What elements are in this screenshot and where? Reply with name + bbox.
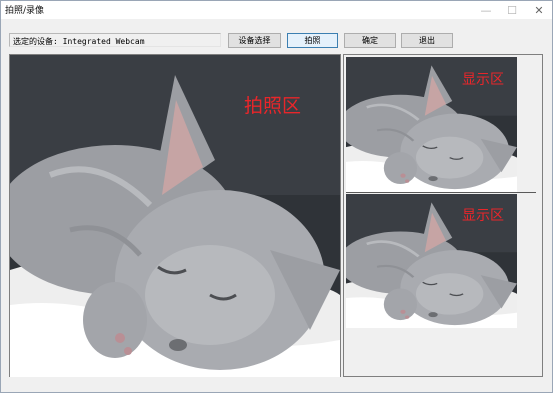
select-device-label: 设备选择 bbox=[238, 36, 271, 45]
capture-label: 拍照 bbox=[304, 36, 321, 45]
exit-label: 退出 bbox=[419, 36, 435, 45]
exit-button[interactable]: 退出 bbox=[401, 33, 453, 48]
maximize-icon[interactable]: ☐ bbox=[499, 1, 525, 19]
title-bar[interactable]: 拍照/录像 — ☐ ✕ bbox=[1, 1, 552, 19]
selected-device-field: 选定的设备: Integrated Webcam bbox=[9, 33, 221, 47]
display-panel-container: 显示区 显示区 bbox=[343, 54, 543, 377]
display-area-label-bottom: 显示区 bbox=[462, 208, 504, 224]
capture-panel: 拍照区 bbox=[9, 54, 341, 378]
display-panel-bottom: 显示区 bbox=[346, 194, 517, 328]
select-device-button[interactable]: 设备选择 bbox=[228, 33, 281, 48]
minimize-icon[interactable]: — bbox=[473, 1, 499, 19]
capture-area-label: 拍照区 bbox=[244, 95, 302, 117]
panel-divider bbox=[346, 192, 536, 193]
app-window: 拍照/录像 — ☐ ✕ 选定的设备: Integrated Webcam 设备选… bbox=[0, 0, 553, 393]
display-area-label-top: 显示区 bbox=[462, 72, 504, 88]
selected-device-text: 选定的设备: Integrated Webcam bbox=[13, 37, 145, 46]
confirm-button[interactable]: 确定 bbox=[344, 33, 396, 48]
capture-button[interactable]: 拍照 bbox=[287, 33, 338, 48]
bottom-strip bbox=[1, 377, 552, 392]
confirm-label: 确定 bbox=[362, 36, 378, 45]
display-panel-top: 显示区 bbox=[346, 57, 517, 192]
close-icon[interactable]: ✕ bbox=[526, 1, 552, 19]
window-title: 拍照/录像 bbox=[5, 6, 45, 16]
